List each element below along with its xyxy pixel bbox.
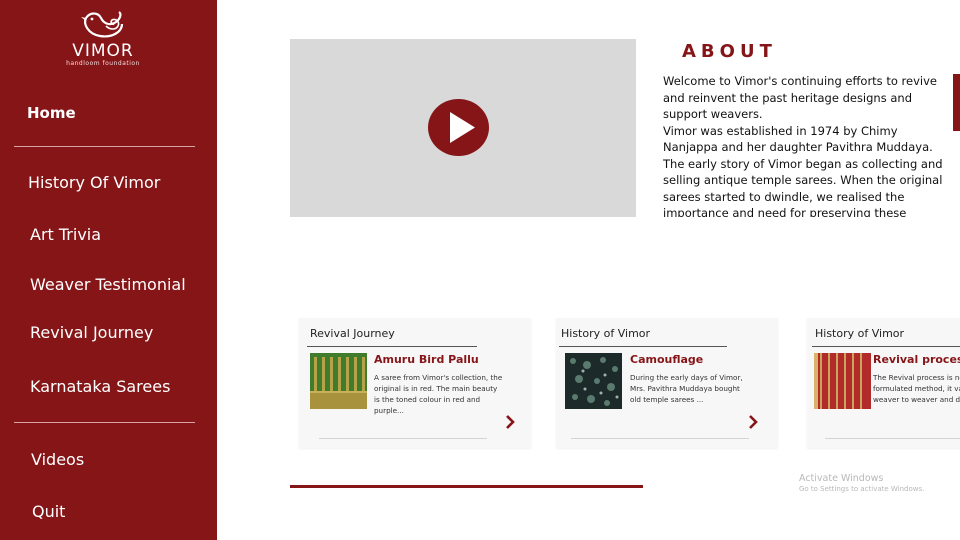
about-paragraph: Vimor was established in 1974 by Chimy N… bbox=[663, 123, 933, 155]
nav-karnataka-sarees[interactable]: Karnataka Sarees bbox=[30, 377, 170, 396]
story-card[interactable]: History of Vimor Camouflage During the e… bbox=[556, 318, 778, 448]
sidebar-divider-bottom bbox=[14, 422, 195, 423]
card-category: History of Vimor bbox=[815, 327, 905, 340]
nav-art-trivia[interactable]: Art Trivia bbox=[30, 225, 101, 244]
about-paragraph: The early story of Vimor began as collec… bbox=[663, 156, 943, 218]
about-paragraph: Welcome to Vimor's continuing efforts to… bbox=[663, 74, 937, 121]
card-category-underline bbox=[559, 346, 727, 347]
card-bottom-line bbox=[571, 438, 749, 439]
nav-revival-journey[interactable]: Revival Journey bbox=[30, 323, 153, 342]
sidebar: VIMOR handloom foundation Home History O… bbox=[0, 0, 217, 540]
saree-thumbnail bbox=[814, 353, 871, 409]
about-text: Welcome to Vimor's continuing efforts to… bbox=[663, 73, 953, 217]
card-bottom-line bbox=[825, 438, 960, 439]
sidebar-divider-top bbox=[14, 146, 195, 147]
brand-logo: VIMOR handloom foundation bbox=[58, 10, 148, 74]
card-title: Revival process bbox=[873, 353, 960, 366]
nav-home[interactable]: Home bbox=[27, 104, 76, 122]
watermark-subtitle: Go to Settings to activate Windows. bbox=[799, 485, 925, 493]
card-category: Revival Journey bbox=[310, 327, 395, 340]
brand-tagline: handloom foundation bbox=[66, 60, 140, 67]
card-bottom-line bbox=[319, 438, 487, 439]
chevron-right-icon[interactable] bbox=[747, 414, 759, 430]
story-card[interactable]: Revival Journey Amuru Bird Pallu A saree… bbox=[299, 318, 531, 448]
chevron-right-icon[interactable] bbox=[504, 414, 516, 430]
nav-quit[interactable]: Quit bbox=[32, 502, 65, 521]
scroll-accent-bar[interactable] bbox=[953, 74, 960, 131]
card-category-underline bbox=[812, 346, 960, 347]
story-card[interactable]: History of Vimor Revival process The Rev… bbox=[807, 318, 960, 448]
card-category: History of Vimor bbox=[561, 327, 651, 340]
watermark-title: Activate Windows bbox=[799, 473, 884, 484]
nav-weaver-testimonial[interactable]: Weaver Testimonial bbox=[30, 275, 186, 294]
saree-thumbnail bbox=[565, 353, 622, 409]
card-description: During the early days of Vimor, Mrs. Pav… bbox=[630, 373, 743, 404]
card-title: Camouflage bbox=[630, 353, 704, 366]
about-title: ABOUT bbox=[682, 41, 777, 62]
card-description: A saree from Vimor's collection, the ori… bbox=[374, 373, 503, 415]
brand-name: VIMOR bbox=[72, 41, 134, 61]
nav-history-of-vimor[interactable]: History Of Vimor bbox=[28, 173, 160, 192]
saree-thumbnail bbox=[310, 353, 367, 409]
bird-logo-icon bbox=[81, 11, 124, 38]
nav-videos[interactable]: Videos bbox=[31, 450, 84, 469]
card-description: The Revival process is no formulated met… bbox=[873, 373, 960, 404]
card-category-underline bbox=[307, 346, 477, 347]
play-icon[interactable] bbox=[428, 99, 489, 156]
activation-watermark: Activate Windows Go to Settings to activ… bbox=[799, 473, 924, 494]
bottom-accent-rule bbox=[290, 485, 643, 488]
video-player[interactable] bbox=[290, 39, 636, 217]
card-title: Amuru Bird Pallu bbox=[374, 353, 479, 366]
